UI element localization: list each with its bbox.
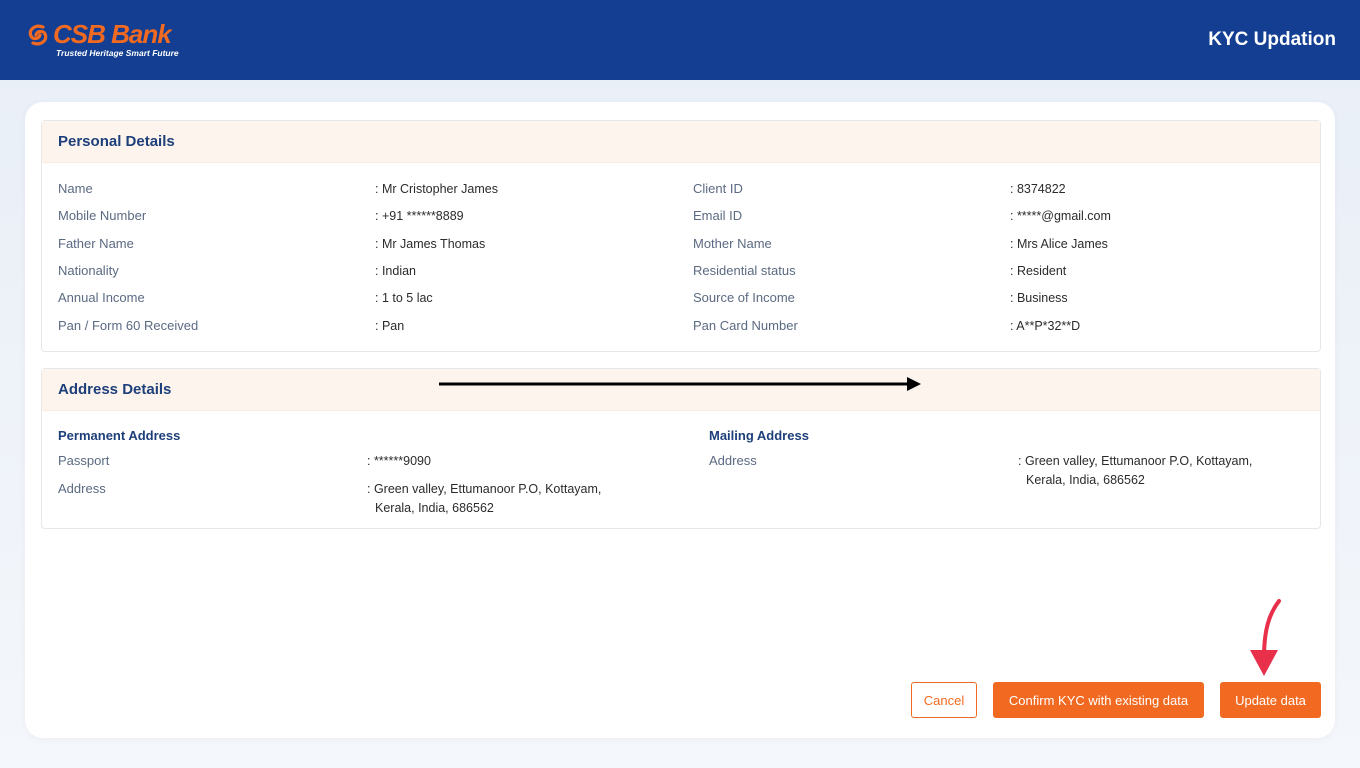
client-id-label: Client ID xyxy=(693,181,743,196)
nationality-label: Nationality xyxy=(58,263,119,278)
email-id-value: : *****@gmail.com xyxy=(1010,209,1111,223)
mailing-address-label: Address xyxy=(709,453,757,468)
mobile-value: : +91 ******8889 xyxy=(375,209,464,223)
client-id-value: : 8374822 xyxy=(1010,182,1066,196)
name-value: : Mr Cristopher James xyxy=(375,182,498,196)
pan-form60-label: Pan / Form 60 Received xyxy=(58,318,199,333)
mother-name-label: Mother Name xyxy=(693,236,772,251)
mobile-label: Mobile Number xyxy=(58,208,147,223)
pan-card-number-label: Pan Card Number xyxy=(693,318,798,333)
pan-form60-value: : Pan xyxy=(375,319,405,333)
residential-status-value: : Resident xyxy=(1010,264,1067,278)
mother-name-value: : Mrs Alice James xyxy=(1010,237,1108,251)
permanent-address-line2: Kerala, India, 686562 xyxy=(375,501,494,515)
nationality-value: : Indian xyxy=(375,264,417,278)
email-id-label: Email ID xyxy=(693,208,743,223)
brand-tagline: Trusted Heritage Smart Future xyxy=(56,48,179,58)
passport-value: : ******9090 xyxy=(367,454,431,468)
csb-bank-logo[interactable]: CSB Bank Trusted Heritage Smart Future xyxy=(25,19,195,61)
csb-swirl-icon xyxy=(28,24,48,46)
mailing-address-line1: : Green valley, Ettumanoor P.O, Kottayam… xyxy=(1018,454,1253,468)
permanent-address-label: Address xyxy=(58,481,106,496)
permanent-address-heading: Permanent Address xyxy=(58,428,181,443)
address-details-section: Address Details Permanent Address Passpo… xyxy=(41,368,1321,529)
father-name-value: : Mr James Thomas xyxy=(375,237,486,251)
address-details-title: Address Details xyxy=(42,369,1320,411)
confirm-kyc-button[interactable]: Confirm KYC with existing data xyxy=(993,682,1204,718)
brand-name: CSB Bank xyxy=(53,19,172,49)
header-bar: CSB Bank Trusted Heritage Smart Future K… xyxy=(0,0,1360,80)
annual-income-value: : 1 to 5 lac xyxy=(375,291,433,305)
pan-card-number-value: : A**P*32**D xyxy=(1010,319,1081,333)
father-name-label: Father Name xyxy=(58,236,134,251)
permanent-address-line1: : Green valley, Ettumanoor P.O, Kottayam… xyxy=(367,482,602,496)
update-data-button[interactable]: Update data xyxy=(1220,682,1321,718)
kyc-card: Personal Details Name : Mr Cristopher Ja… xyxy=(25,102,1335,738)
source-of-income-value: : Business xyxy=(1010,291,1068,305)
personal-details-title: Personal Details xyxy=(42,121,1320,163)
annual-income-label: Annual Income xyxy=(58,290,145,305)
residential-status-label: Residential status xyxy=(693,263,796,278)
page-title: KYC Updation xyxy=(1208,29,1336,50)
mailing-address-heading: Mailing Address xyxy=(709,428,809,443)
cancel-button[interactable]: Cancel xyxy=(911,682,977,718)
passport-label: Passport xyxy=(58,453,110,468)
name-label: Name xyxy=(58,181,93,196)
source-of-income-label: Source of Income xyxy=(693,290,795,305)
mailing-address-line2: Kerala, India, 686562 xyxy=(1026,473,1145,487)
personal-details-section: Personal Details Name : Mr Cristopher Ja… xyxy=(41,120,1321,352)
